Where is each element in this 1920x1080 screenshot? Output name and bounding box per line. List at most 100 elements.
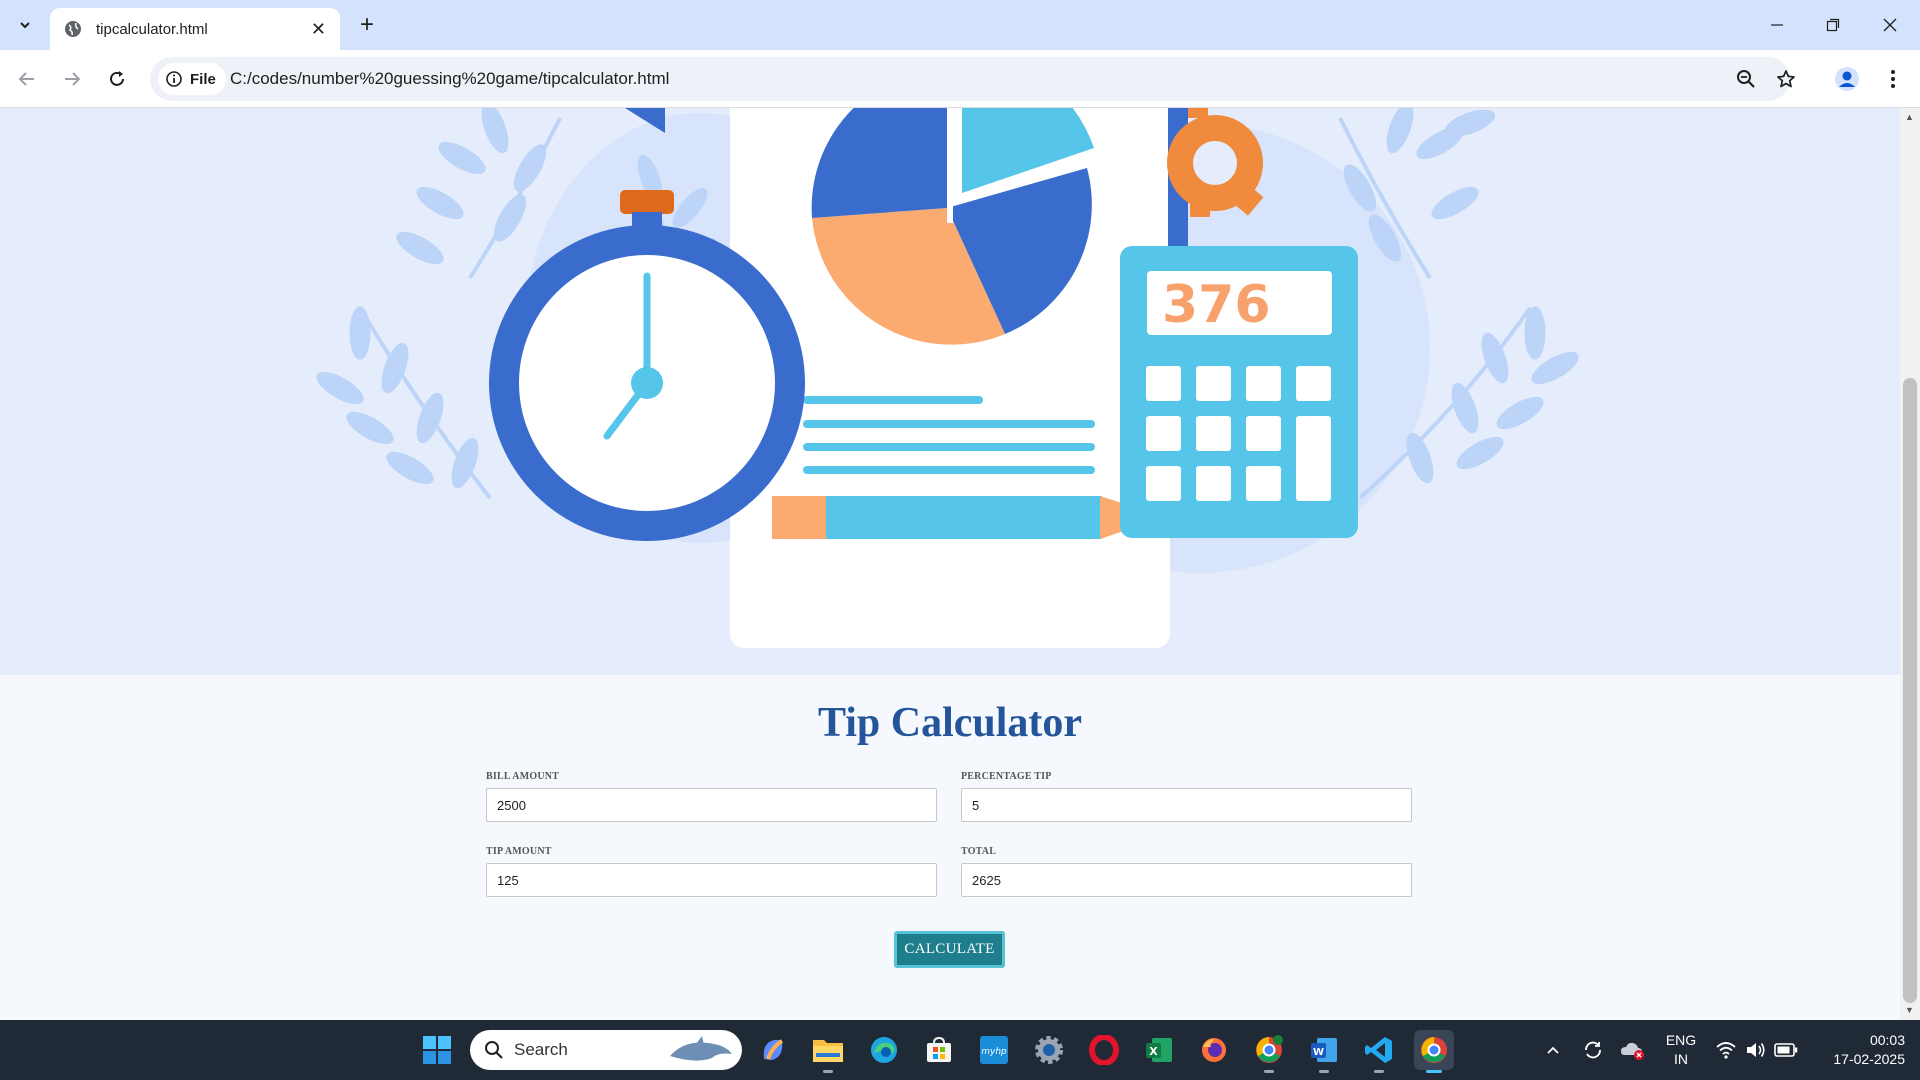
microsoft-store-app[interactable] <box>919 1030 959 1070</box>
tip-amount-group: TIP AMOUNT <box>486 846 937 897</box>
clock-date: 17-02-2025 <box>1833 1051 1905 1067</box>
svg-text:myhp: myhp <box>981 1047 1007 1057</box>
bookmark-button[interactable] <box>1772 65 1800 93</box>
sync-tray-button[interactable] <box>1573 1030 1613 1070</box>
onedrive-tray-button[interactable] <box>1613 1030 1653 1070</box>
total-input[interactable] <box>961 863 1412 897</box>
running-indicator <box>1319 1070 1329 1073</box>
close-icon <box>1883 18 1897 32</box>
battery-tray-button[interactable] <box>1766 1030 1806 1070</box>
site-info-chip[interactable]: File <box>158 63 226 95</box>
close-window-button[interactable] <box>1870 8 1910 42</box>
start-button[interactable] <box>417 1030 457 1070</box>
search-icon <box>485 1041 503 1059</box>
browser-menu-button[interactable] <box>1876 62 1910 96</box>
settings-gear-icon <box>1035 1036 1063 1064</box>
address-bar[interactable]: File C:/codes/number%20guessing%20game/t… <box>150 57 1795 101</box>
language-region: IN <box>1674 1051 1688 1067</box>
star-icon <box>1777 70 1795 88</box>
tip-amount-input[interactable] <box>486 863 937 897</box>
hero-illustration-svg: 376 <box>316 108 1579 648</box>
vscode-app[interactable] <box>1359 1030 1399 1073</box>
speaker-icon <box>1747 1043 1765 1057</box>
myhp-icon: myhp <box>980 1036 1008 1064</box>
sync-icon <box>1585 1041 1601 1059</box>
taskbar-search-placeholder: Search <box>514 1040 568 1059</box>
settings-app[interactable] <box>1029 1030 1069 1070</box>
cloud-error-icon <box>1621 1042 1644 1060</box>
scroll-down-arrow-icon[interactable]: ▼ <box>1905 1005 1914 1015</box>
minimize-button[interactable] <box>1757 8 1797 42</box>
close-tab-icon[interactable]: ✕ <box>311 19 326 40</box>
back-button[interactable] <box>10 62 44 96</box>
myhp-app[interactable]: myhp <box>974 1030 1014 1070</box>
active-indicator <box>1426 1070 1442 1073</box>
new-tab-button[interactable]: + <box>352 10 382 40</box>
bill-amount-group: BILL AMOUNT <box>486 771 937 822</box>
chrome-icon <box>1256 1035 1283 1063</box>
tab-search-menu-button[interactable] <box>8 8 42 42</box>
file-explorer-app[interactable] <box>808 1030 848 1073</box>
url-text[interactable]: C:/codes/number%20guessing%20game/tipcal… <box>230 69 669 89</box>
edge-icon <box>871 1037 897 1063</box>
chrome-app-active[interactable] <box>1414 1030 1454 1073</box>
opera-app[interactable] <box>1084 1030 1124 1070</box>
running-indicator <box>823 1070 833 1073</box>
page-viewport: 376 Tip Calculator BILL AMOUNT PERCENTAG… <box>0 108 1900 1020</box>
zoom-out-icon <box>1737 70 1755 88</box>
word-app[interactable]: W <box>1304 1030 1344 1073</box>
scroll-up-arrow-icon[interactable]: ▲ <box>1905 112 1914 122</box>
reload-icon <box>110 71 124 86</box>
battery-icon <box>1774 1043 1798 1057</box>
excel-icon: X <box>1146 1038 1172 1062</box>
language-indicator[interactable]: ENG IN <box>1656 1031 1706 1069</box>
dolphin-search-highlight-icon <box>670 1036 732 1061</box>
bill-amount-label: BILL AMOUNT <box>486 771 560 782</box>
vscode-icon <box>1365 1037 1392 1063</box>
scroll-thumb[interactable] <box>1903 378 1917 1003</box>
total-label: TOTAL <box>961 846 997 857</box>
word-icon: W <box>1311 1038 1337 1062</box>
taskbar-search-box[interactable]: Search <box>470 1030 742 1070</box>
reload-button[interactable] <box>100 62 134 96</box>
minimize-icon <box>1771 24 1783 26</box>
bill-amount-input[interactable] <box>486 788 937 822</box>
restore-icon <box>1826 18 1840 32</box>
page-scrollbar[interactable]: ▲ ▼ <box>1900 108 1920 1020</box>
forward-button[interactable] <box>55 62 89 96</box>
language-code: ENG <box>1665 1032 1697 1048</box>
edge-app[interactable] <box>864 1030 904 1070</box>
chrome-profile-app[interactable] <box>1249 1030 1289 1073</box>
active-tab[interactable]: tipcalculator.html ✕ <box>50 8 340 50</box>
percentage-tip-group: PERCENTAGE TIP <box>961 771 1412 822</box>
info-icon <box>166 71 182 87</box>
calculator-display-text: 376 <box>1162 275 1271 335</box>
excel-app[interactable]: X <box>1139 1030 1179 1070</box>
wifi-icon <box>1716 1042 1736 1059</box>
restore-button[interactable] <box>1813 8 1853 42</box>
show-hidden-icons-button[interactable] <box>1533 1030 1573 1070</box>
store-icon <box>927 1036 951 1062</box>
running-indicator <box>1264 1070 1274 1073</box>
percentage-tip-label: PERCENTAGE TIP <box>961 771 1052 782</box>
browser-tab-strip: tipcalculator.html ✕ + <box>0 0 1920 50</box>
site-info-label: File <box>190 70 216 88</box>
chevron-down-icon <box>20 22 30 29</box>
percentage-tip-input[interactable] <box>961 788 1412 822</box>
pencil-illustration <box>772 496 1165 539</box>
chrome-icon <box>1421 1037 1447 1063</box>
clock[interactable]: 00:03 17-02-2025 <box>1805 1031 1905 1069</box>
avatar-icon <box>1835 67 1859 91</box>
page-title: Tip Calculator <box>817 700 1083 746</box>
browser-toolbar: File C:/codes/number%20guessing%20game/t… <box>0 50 1920 108</box>
firefox-app[interactable] <box>1194 1030 1234 1070</box>
globe-icon <box>65 21 81 37</box>
profile-button[interactable] <box>1830 62 1864 96</box>
svg-text:W: W <box>1313 1047 1324 1058</box>
zoom-button[interactable] <box>1732 65 1760 93</box>
folder-icon <box>813 1040 843 1062</box>
windows-taskbar: Search myhp X W ENG IN 00:03 17-02-2025 <box>0 1020 1920 1080</box>
arrow-right-icon <box>65 72 81 86</box>
copilot-app[interactable] <box>753 1030 793 1070</box>
calculate-button[interactable]: CALCULATE <box>894 931 1005 968</box>
